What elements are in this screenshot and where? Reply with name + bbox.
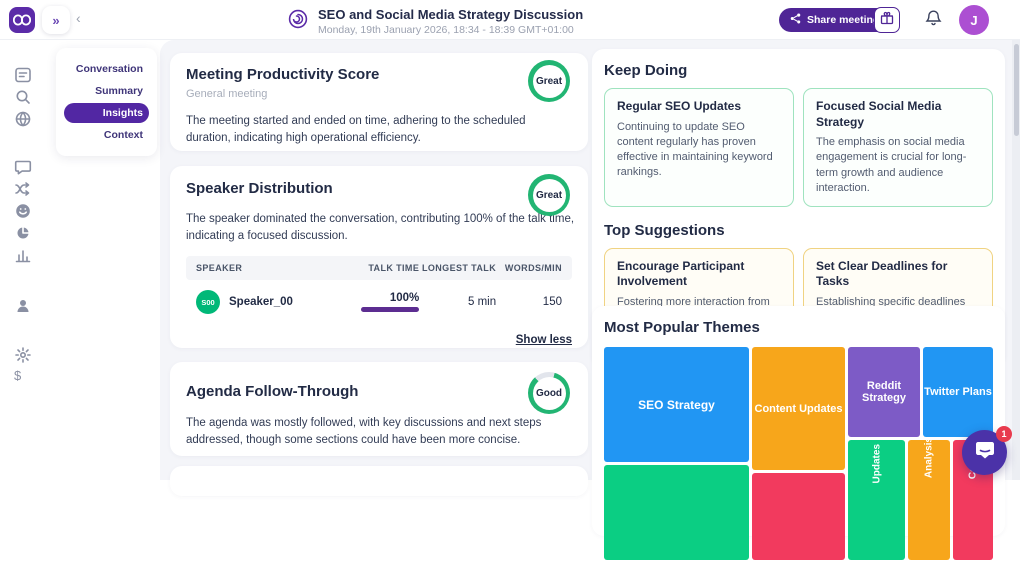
table-row: S00 Speaker_00 100% 5 min 150 [186,280,572,318]
speaker-distribution-card: Speaker Distribution Great The speaker d… [170,166,588,348]
tab-conversation[interactable]: Conversation [64,59,149,79]
keep-doing-heading: Keep Doing [604,62,993,79]
chat-notification-badge: 1 [996,426,1012,442]
longest-talk-value: 5 min [419,296,496,308]
tab-context[interactable]: Context [64,125,149,145]
mini-card-body: The emphasis on social media engagement … [816,135,980,196]
shuffle-icon[interactable] [14,180,32,198]
talk-time-progress-bar [361,307,419,312]
top-bar: » ‹ SEO and Social Media Strategy Discus… [0,0,1020,40]
speaker-table-header: SPEAKER TALK TIME LONGEST TALK WORDS/MIN [186,256,572,280]
mini-card-title: Regular SEO Updates [617,99,781,115]
smiley-icon[interactable] [14,202,32,220]
agenda-follow-through-card: Agenda Follow-Through Good The agenda wa… [170,362,588,456]
share-icon [790,13,801,27]
themes-treemap: SEO Strategy Content Updates Reddit Stra… [604,347,993,577]
top-suggestions-heading: Top Suggestions [604,222,993,239]
card-body: The agenda was mostly followed, with key… [186,415,572,448]
speaker-table: SPEAKER TALK TIME LONGEST TALK WORDS/MIN… [186,256,572,318]
user-avatar[interactable]: J [959,5,989,35]
gift-icon [880,11,894,30]
mini-card-body: Continuing to update SEO content regular… [617,120,781,181]
card-title: Agenda Follow-Through [186,383,572,400]
bar-chart-icon[interactable] [14,246,32,264]
treemap-block[interactable]: Twitter Plans [923,347,993,437]
talk-time-value: 100% [390,292,419,304]
clipped-card [170,466,588,496]
card-title: Meeting Productivity Score [186,66,572,83]
chat-bubble-icon [974,439,996,466]
card-title: Speaker Distribution [186,180,572,197]
back-chevron-icon[interactable]: ‹ [76,10,81,26]
user-icon[interactable] [14,297,32,315]
mini-card-title: Focused Social Media Strategy [816,99,980,130]
treemap-block[interactable] [604,465,749,560]
globe-icon[interactable] [14,110,32,128]
score-ring-badge: Good [528,372,570,414]
meeting-title: SEO and Social Media Strategy Discussion [318,7,583,22]
treemap-block[interactable]: SEO Strategy [604,347,749,462]
productivity-score-card: Meeting Productivity Score General meeti… [170,53,588,151]
speaker-name: Speaker_00 [229,296,293,308]
expand-sidebar-button[interactable]: » [42,6,70,34]
search-icon[interactable] [14,88,32,106]
card-body: The speaker dominated the conversation, … [186,211,586,244]
share-meeting-label: Share meeting [807,14,879,26]
treemap-block[interactable]: Analysis [908,440,950,560]
gear-icon[interactable] [14,346,32,364]
keep-doing-card[interactable]: Regular SEO Updates Continuing to update… [604,88,794,207]
mini-card-title: Encourage Participant Involvement [617,259,781,290]
icon-rail: $ [0,40,46,480]
tab-insights[interactable]: Insights [64,103,149,123]
scrollbar-thumb[interactable] [1014,44,1019,136]
chat-icon[interactable] [14,158,32,176]
notifications-bell-icon[interactable] [925,9,942,32]
show-less-link[interactable]: Show less [186,334,572,346]
app-logo-icon[interactable] [9,7,35,33]
words-per-min-value: 150 [496,296,562,308]
popular-themes-card: Most Popular Themes SEO Strategy Content… [592,306,1005,536]
treemap-block[interactable] [752,473,845,560]
themes-heading: Most Popular Themes [604,319,993,336]
mini-card-title: Set Clear Deadlines for Tasks [816,259,980,290]
keep-doing-card[interactable]: Focused Social Media Strategy The emphas… [803,88,993,207]
recording-spiral-icon [288,9,308,34]
speaker-avatar: S00 [196,290,220,314]
card-body: The meeting started and ended on time, a… [186,113,572,146]
dollar-icon[interactable]: $ [14,368,32,386]
tab-summary[interactable]: Summary [64,81,149,101]
card-subtitle: General meeting [186,88,572,100]
treemap-block[interactable]: Reddit Strategy [848,347,920,437]
gift-button[interactable] [874,7,900,33]
score-ring-badge: Great [528,60,570,102]
notes-icon[interactable] [14,66,32,84]
meeting-nav: Conversation Summary Insights Context [56,48,157,156]
main-content: Meeting Productivity Score General meeti… [160,40,1012,480]
treemap-block[interactable]: Updates [848,440,905,560]
treemap-block[interactable]: Content Updates [752,347,845,470]
score-ring-badge: Great [528,174,570,216]
meeting-datetime: Monday, 19th January 2026, 18:34 - 18:39… [318,24,583,36]
pie-icon[interactable] [14,224,32,242]
